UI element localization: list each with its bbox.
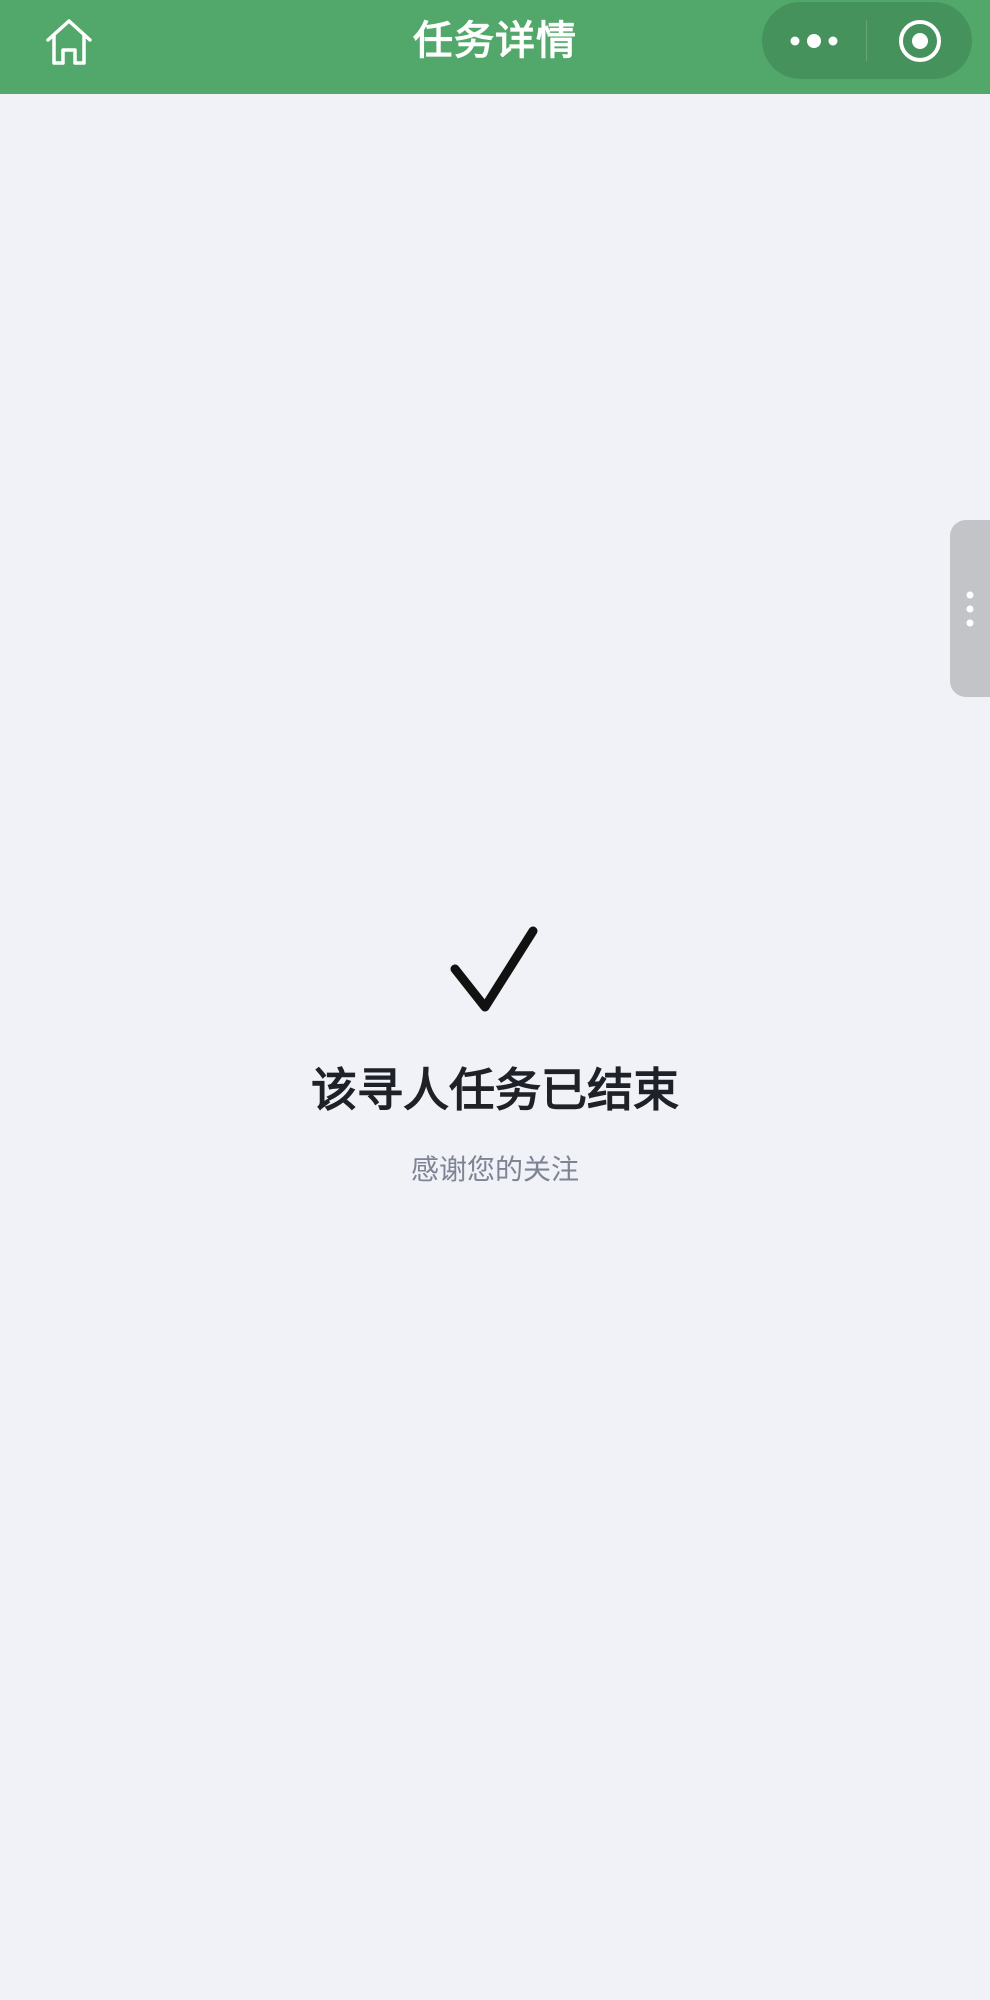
close-button[interactable] (867, 2, 972, 79)
result-title: 该寻人任务已结束 (311, 1063, 679, 1117)
top-navigation-bar: 任务详情 (0, 0, 990, 94)
close-target-icon (898, 19, 941, 62)
checkmark-icon (450, 926, 538, 1012)
mini-program-capsule (762, 2, 972, 79)
vertical-dots-icon (966, 591, 974, 627)
more-dots-icon (790, 33, 838, 48)
result-subtitle: 感谢您的关注 (410, 1153, 579, 1186)
side-floating-handle[interactable] (950, 520, 990, 697)
more-button[interactable] (762, 2, 866, 79)
result-icon-container (447, 925, 543, 1015)
